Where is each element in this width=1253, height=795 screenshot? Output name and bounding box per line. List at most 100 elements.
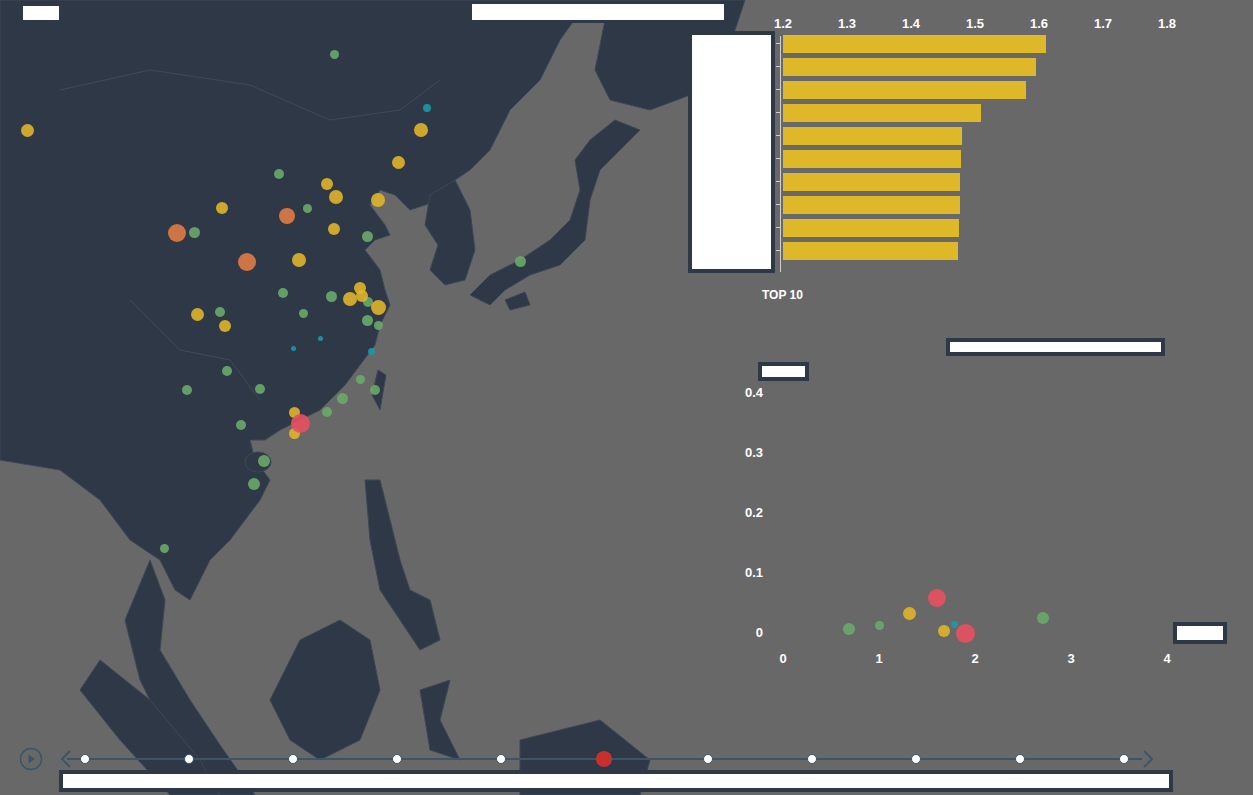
timeline-step[interactable] — [80, 754, 90, 764]
map-point[interactable] — [362, 315, 373, 326]
timeline-track[interactable] — [67, 749, 1142, 769]
bar-axis-tick: 1.7 — [1094, 16, 1112, 32]
map-point[interactable] — [329, 190, 343, 204]
bar-row — [783, 150, 1167, 168]
bar[interactable] — [783, 35, 1046, 53]
bar[interactable] — [783, 58, 1036, 76]
map-point[interactable] — [371, 300, 386, 315]
map-point[interactable] — [291, 346, 296, 351]
map-point[interactable] — [326, 291, 337, 302]
map-point[interactable] — [182, 385, 192, 395]
timeline-step-slot — [700, 751, 716, 767]
map-point[interactable] — [423, 104, 431, 112]
bar[interactable] — [783, 242, 958, 260]
bar[interactable] — [783, 196, 960, 214]
map-point[interactable] — [191, 308, 204, 321]
scatter-point[interactable] — [938, 625, 950, 637]
map-point[interactable] — [515, 256, 526, 267]
timeline-step[interactable] — [496, 754, 506, 764]
timeline-step[interactable] — [911, 754, 921, 764]
timeline-step-slot — [181, 751, 197, 767]
map-point[interactable] — [255, 384, 265, 394]
map-point[interactable] — [321, 178, 333, 190]
timeline-step-slot — [285, 751, 301, 767]
map-point[interactable] — [222, 366, 232, 376]
bar-axis-tick: 1.8 — [1158, 16, 1176, 32]
scatter-x-tick: 4 — [1163, 651, 1170, 667]
map-point[interactable] — [303, 204, 312, 213]
map-point[interactable] — [189, 227, 200, 238]
timeline-step[interactable] — [1015, 754, 1025, 764]
timeline-step[interactable] — [1119, 754, 1129, 764]
map-point[interactable] — [238, 253, 256, 271]
timeline-step[interactable] — [288, 754, 298, 764]
map-point[interactable] — [215, 307, 225, 317]
bar-row — [783, 35, 1167, 53]
map-point[interactable] — [292, 253, 306, 267]
bar-tick — [776, 181, 780, 182]
bar-chart: 1.21.31.41.51.61.71.8 TOP 10 — [783, 16, 1167, 306]
map-point[interactable] — [279, 208, 295, 224]
bar[interactable] — [783, 173, 960, 191]
map-point[interactable] — [248, 478, 260, 490]
timeline-step-slot — [493, 751, 509, 767]
bar-row — [783, 242, 1167, 260]
map-point[interactable] — [219, 320, 231, 332]
play-icon[interactable] — [19, 747, 43, 771]
next-icon[interactable] — [1141, 749, 1155, 769]
map-point[interactable] — [337, 393, 348, 404]
map-point[interactable] — [392, 156, 405, 169]
timeline-step[interactable] — [703, 754, 713, 764]
map-point[interactable] — [258, 455, 270, 467]
scatter-point[interactable] — [956, 624, 975, 643]
map-point[interactable] — [414, 123, 428, 137]
header-box — [469, 1, 727, 23]
map-point[interactable] — [160, 544, 169, 553]
map-point[interactable] — [370, 385, 380, 395]
scatter-y-tick: 0 — [723, 625, 763, 641]
scatter-point[interactable] — [875, 621, 884, 630]
map-point[interactable] — [374, 321, 383, 330]
timeline-step[interactable] — [184, 754, 194, 764]
map-point[interactable] — [168, 224, 186, 242]
timeline-step[interactable] — [392, 754, 402, 764]
bar-row — [783, 173, 1167, 191]
scatter-x-tick: 3 — [1067, 651, 1074, 667]
scatter-point[interactable] — [903, 607, 916, 620]
bar-tick — [776, 204, 780, 205]
scatter-point[interactable] — [1037, 612, 1049, 624]
map-point[interactable] — [299, 309, 308, 318]
map-point[interactable] — [216, 202, 228, 214]
bar-row — [783, 104, 1167, 122]
map[interactable] — [0, 0, 1253, 795]
map-point[interactable] — [371, 193, 385, 207]
map-point[interactable] — [318, 336, 323, 341]
dashboard: 1.21.31.41.51.61.71.8 TOP 10 0.40.30.20.… — [0, 0, 1253, 795]
scatter-chart: 0.40.30.20.1001234 — [730, 380, 1190, 670]
bar-tick — [776, 43, 780, 44]
bar[interactable] — [783, 150, 961, 168]
map-point[interactable] — [291, 414, 310, 433]
timeline-step[interactable] — [807, 754, 817, 764]
map-point[interactable] — [236, 420, 246, 430]
map-point[interactable] — [356, 375, 365, 384]
map-point[interactable] — [343, 292, 357, 306]
map-points — [0, 0, 1253, 795]
map-point[interactable] — [21, 124, 34, 137]
timeline-step-slot — [77, 751, 93, 767]
bar[interactable] — [783, 219, 959, 237]
map-point[interactable] — [328, 223, 340, 235]
timeline-step[interactable] — [596, 751, 612, 767]
scatter-point[interactable] — [843, 623, 855, 635]
bar[interactable] — [783, 81, 1026, 99]
map-point[interactable] — [278, 288, 288, 298]
map-point[interactable] — [368, 348, 375, 355]
map-point[interactable] — [274, 169, 284, 179]
scatter-y-tick: 0.1 — [723, 565, 763, 581]
bar[interactable] — [783, 127, 962, 145]
map-point[interactable] — [362, 231, 373, 242]
map-point[interactable] — [322, 407, 332, 417]
bar[interactable] — [783, 104, 981, 122]
map-point[interactable] — [330, 50, 339, 59]
scatter-point[interactable] — [928, 589, 946, 607]
